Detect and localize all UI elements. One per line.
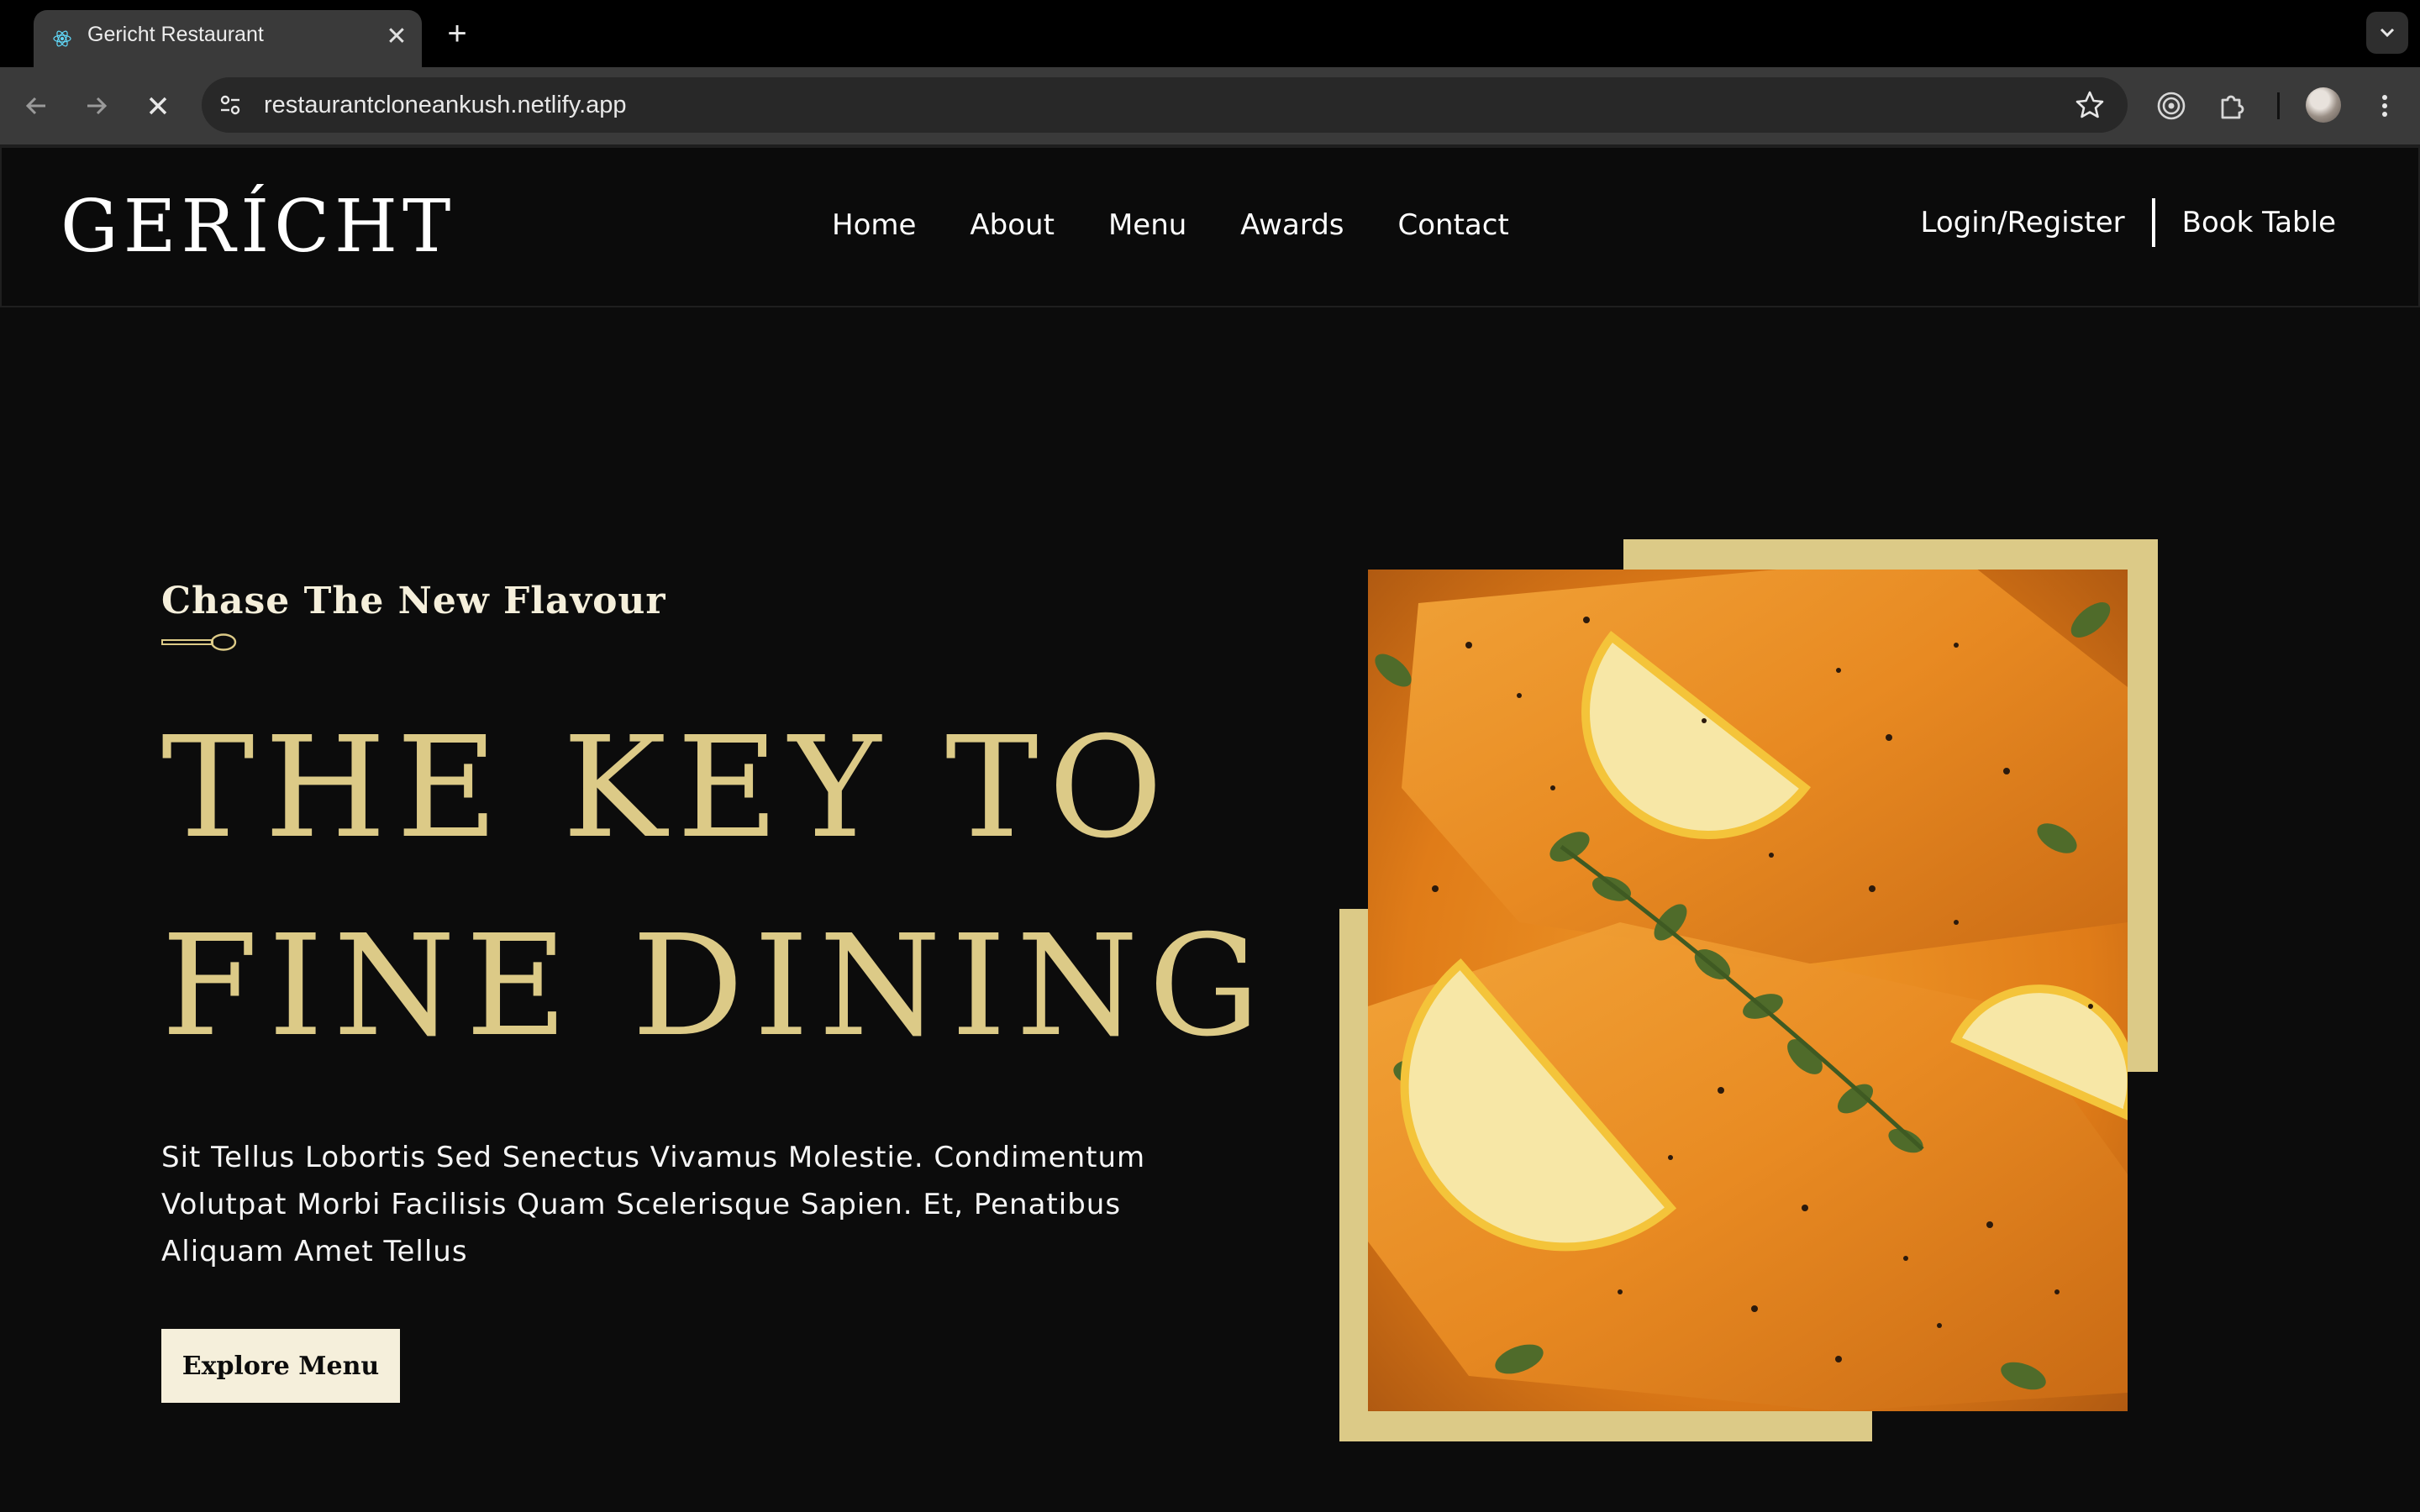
nav-link-contact[interactable]: Contact (1398, 208, 1509, 242)
profile-avatar[interactable] (2306, 87, 2341, 123)
spoon-divider-icon (161, 633, 237, 651)
address-bar[interactable]: restaurantcloneankush.netlify.app (202, 77, 2128, 133)
hero-title-line-2: FINE DINING (161, 906, 1270, 1068)
media-target-icon[interactable] (2154, 89, 2188, 123)
book-table-link[interactable]: Book Table (2182, 206, 2336, 239)
hero-description: Sit Tellus Lobortis Sed Senectus Vivamus… (161, 1141, 1146, 1268)
new-tab-icon[interactable]: + (440, 17, 474, 50)
stop-loading-icon[interactable] (138, 86, 178, 126)
nav-actions: Login/Register Book Table (1920, 197, 2336, 249)
browser-tab[interactable]: Gericht Restaurant ✕ (34, 10, 422, 67)
hero-food-image (1368, 570, 2128, 1411)
salmon-dish-illustration (1368, 570, 2128, 1411)
login-register-link[interactable]: Login/Register (1920, 206, 2124, 239)
close-tab-icon[interactable]: ✕ (383, 24, 410, 50)
nav-link-menu[interactable]: Menu (1108, 208, 1186, 242)
nav-link-about[interactable]: About (970, 208, 1055, 242)
browser-tab-bar: Gericht Restaurant ✕ + (0, 0, 2420, 67)
nav-links: Home About Menu Awards Contact (832, 208, 1563, 242)
nav-separator (2151, 198, 2155, 247)
site-logo[interactable]: GERÍCHT (60, 185, 455, 269)
site-settings-icon[interactable] (217, 92, 244, 118)
tab-search-button[interactable] (2366, 12, 2408, 54)
nav-link-home[interactable]: Home (832, 208, 916, 242)
tab-title: Gericht Restaurant (87, 23, 264, 46)
extensions-puzzle-icon[interactable] (2215, 89, 2249, 123)
hero-subtitle: Chase The New Flavour (161, 580, 666, 622)
browser-toolbar: restaurantcloneankush.netlify.app (0, 67, 2420, 146)
explore-menu-button[interactable]: Explore Menu (161, 1329, 400, 1403)
react-atom-icon (53, 30, 71, 47)
forward-arrow-icon[interactable] (76, 86, 116, 126)
site-navbar: GERÍCHT Home About Menu Awards Contact L… (0, 146, 2420, 307)
nav-link-awards[interactable]: Awards (1240, 208, 1344, 242)
toolbar-divider (2277, 92, 2280, 119)
chevron-down-icon (2380, 28, 2395, 38)
url-text: restaurantcloneankush.netlify.app (264, 92, 627, 118)
hero-title-line-1: THE KEY TO (161, 707, 1173, 869)
more-options-icon[interactable] (2368, 89, 2402, 123)
back-arrow-icon[interactable] (17, 86, 57, 126)
bookmark-star-icon[interactable] (2074, 89, 2106, 121)
